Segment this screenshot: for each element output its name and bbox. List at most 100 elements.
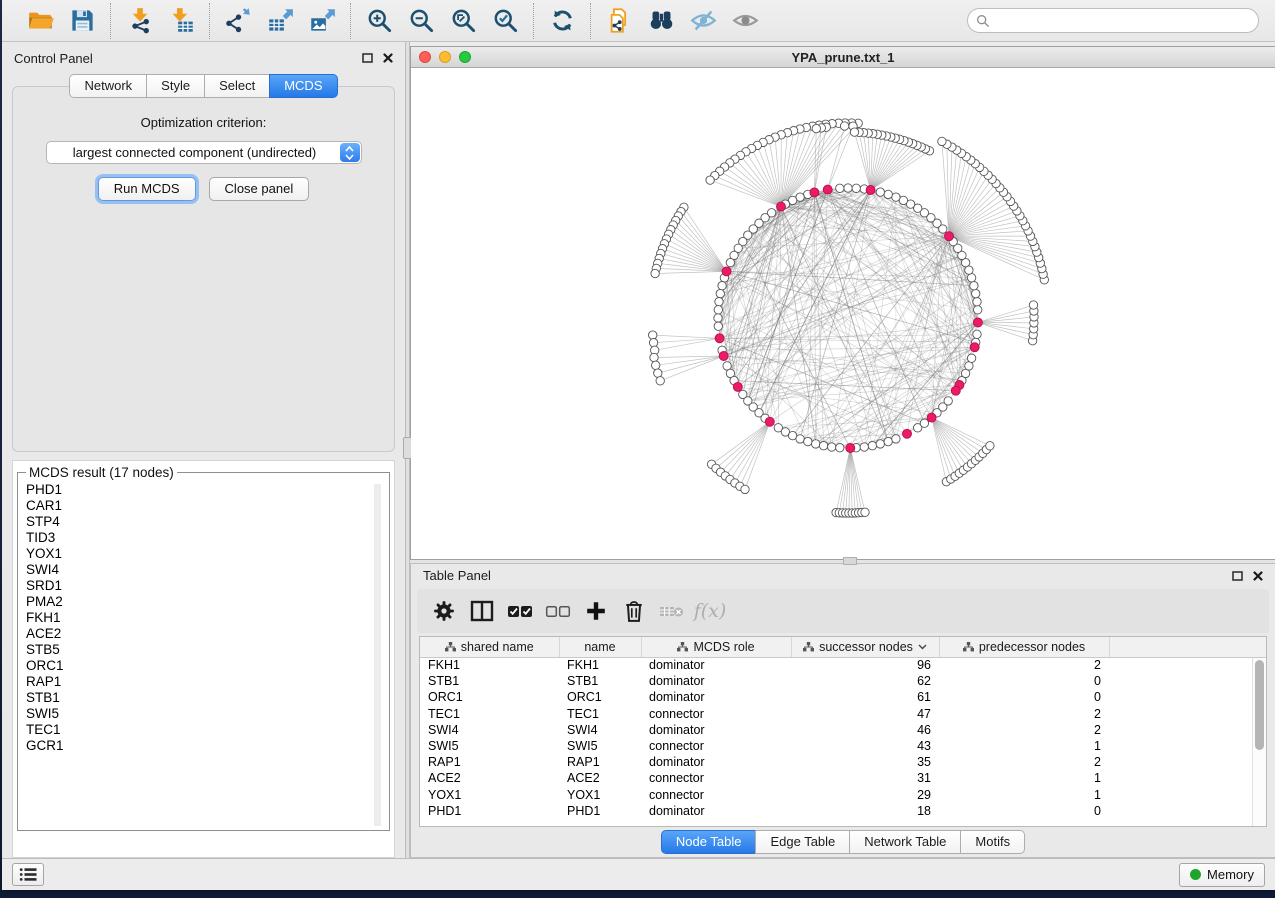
table-cell[interactable]: FKH1 bbox=[420, 657, 559, 673]
column-header-successor-nodes[interactable]: successor nodes bbox=[791, 637, 939, 657]
export-table-button[interactable] bbox=[262, 5, 298, 37]
zoom-out-button[interactable] bbox=[403, 5, 439, 37]
graph-leaf-node[interactable] bbox=[706, 176, 714, 184]
result-node-item[interactable]: SWI4 bbox=[26, 562, 389, 578]
graph-dominator-node[interactable] bbox=[951, 386, 960, 395]
result-node-item[interactable]: SWI5 bbox=[26, 706, 389, 722]
tab-style[interactable]: Style bbox=[146, 74, 204, 98]
graph-node[interactable] bbox=[844, 184, 852, 192]
graph-node[interactable] bbox=[884, 190, 892, 198]
tab-select[interactable]: Select bbox=[204, 74, 269, 98]
graph-leaf-node[interactable] bbox=[741, 485, 749, 493]
graph-node[interactable] bbox=[884, 437, 892, 445]
graph-node[interactable] bbox=[819, 442, 827, 450]
graph-node[interactable] bbox=[892, 193, 900, 201]
tab-network-table[interactable]: Network Table bbox=[849, 830, 960, 854]
graph-node[interactable] bbox=[970, 282, 978, 290]
table-cell[interactable]: STB1 bbox=[420, 673, 559, 689]
table-cell[interactable]: TEC1 bbox=[559, 706, 641, 722]
close-panel-icon[interactable] bbox=[383, 53, 393, 63]
result-node-item[interactable]: STB1 bbox=[26, 690, 389, 706]
horizontal-splitter-grip[interactable] bbox=[843, 557, 857, 565]
zoom-fit-content-button[interactable] bbox=[445, 5, 481, 37]
show-all-button[interactable] bbox=[727, 5, 763, 37]
table-cell[interactable]: 2 bbox=[939, 657, 1109, 673]
graph-node[interactable] bbox=[726, 258, 734, 266]
clone-network-button[interactable] bbox=[601, 5, 637, 37]
graph-node[interactable] bbox=[804, 437, 812, 445]
graph-leaf-node[interactable] bbox=[850, 128, 858, 136]
table-row[interactable]: SWI5SWI5connector431 bbox=[420, 738, 1266, 754]
result-node-item[interactable]: ORC1 bbox=[26, 658, 389, 674]
graph-dominator-node[interactable] bbox=[719, 352, 728, 361]
refresh-view-button[interactable] bbox=[544, 5, 580, 37]
search-input[interactable] bbox=[995, 13, 1250, 28]
graph-node[interactable] bbox=[796, 435, 804, 443]
graph-leaf-node[interactable] bbox=[840, 122, 848, 130]
table-cell[interactable]: 18 bbox=[791, 803, 939, 819]
table-row[interactable]: RAP1RAP1dominator352 bbox=[420, 754, 1266, 770]
graph-node[interactable] bbox=[974, 306, 982, 314]
table-cell[interactable]: connector bbox=[641, 738, 791, 754]
table-cell[interactable]: dominator bbox=[641, 722, 791, 738]
result-node-item[interactable]: TEC1 bbox=[26, 722, 389, 738]
table-cell[interactable]: YOX1 bbox=[559, 787, 641, 803]
result-node-item[interactable]: FKH1 bbox=[26, 610, 389, 626]
graph-node[interactable] bbox=[973, 330, 981, 338]
table-cell[interactable]: 1 bbox=[939, 770, 1109, 786]
deselect-all-rows-button[interactable] bbox=[539, 593, 577, 629]
table-cell[interactable]: connector bbox=[641, 770, 791, 786]
graph-dominator-node[interactable] bbox=[846, 444, 855, 453]
select-all-rows-button[interactable] bbox=[501, 593, 539, 629]
table-cell[interactable]: SWI5 bbox=[559, 738, 641, 754]
table-cell[interactable]: 1 bbox=[939, 787, 1109, 803]
table-cell[interactable]: SWI4 bbox=[559, 722, 641, 738]
search-field[interactable] bbox=[967, 8, 1259, 33]
graph-node[interactable] bbox=[965, 362, 973, 370]
network-graph[interactable] bbox=[411, 68, 1275, 559]
graph-node[interactable] bbox=[860, 443, 868, 451]
graph-leaf-node[interactable] bbox=[938, 137, 946, 145]
graph-node[interactable] bbox=[836, 444, 844, 452]
graph-dominator-node[interactable] bbox=[810, 188, 819, 197]
import-network-file-button[interactable] bbox=[121, 5, 157, 37]
horizontal-splitter[interactable] bbox=[410, 560, 1275, 563]
result-node-item[interactable]: TID3 bbox=[26, 530, 389, 546]
graph-leaf-node[interactable] bbox=[986, 442, 994, 450]
table-cell[interactable]: 2 bbox=[939, 754, 1109, 770]
graph-dominator-node[interactable] bbox=[777, 202, 786, 211]
export-image-button[interactable] bbox=[304, 5, 340, 37]
graph-node[interactable] bbox=[944, 397, 952, 405]
table-row[interactable]: ORC1ORC1dominator610 bbox=[420, 689, 1266, 705]
graph-leaf-node[interactable] bbox=[812, 124, 820, 132]
table-cell[interactable]: STB1 bbox=[559, 673, 641, 689]
graph-node[interactable] bbox=[876, 440, 884, 448]
graph-node[interactable] bbox=[852, 184, 860, 192]
table-cell[interactable]: 43 bbox=[791, 738, 939, 754]
table-cell[interactable]: 2 bbox=[939, 722, 1109, 738]
table-cell[interactable]: dominator bbox=[641, 754, 791, 770]
open-file-button[interactable] bbox=[22, 5, 58, 37]
graph-node[interactable] bbox=[920, 419, 928, 427]
network-view-canvas[interactable] bbox=[411, 68, 1275, 559]
table-cell[interactable]: 0 bbox=[939, 673, 1109, 689]
graph-leaf-node[interactable] bbox=[650, 353, 658, 361]
table-row[interactable]: PHD1PHD1dominator180 bbox=[420, 803, 1266, 819]
vertical-splitter[interactable] bbox=[405, 42, 410, 858]
table-cell[interactable]: 46 bbox=[791, 722, 939, 738]
table-cell[interactable]: dominator bbox=[641, 657, 791, 673]
graph-node[interactable] bbox=[836, 184, 844, 192]
table-cell[interactable]: ORC1 bbox=[559, 689, 641, 705]
table-cell[interactable]: RAP1 bbox=[559, 754, 641, 770]
hide-selected-button[interactable] bbox=[685, 5, 721, 37]
table-cell[interactable]: 61 bbox=[791, 689, 939, 705]
zoom-in-button[interactable] bbox=[361, 5, 397, 37]
graph-node[interactable] bbox=[876, 188, 884, 196]
column-header-name[interactable]: name bbox=[559, 637, 641, 657]
table-cell[interactable]: YOX1 bbox=[420, 787, 559, 803]
graph-node[interactable] bbox=[714, 322, 722, 330]
result-node-item[interactable]: GCR1 bbox=[26, 738, 389, 754]
result-node-item[interactable]: RAP1 bbox=[26, 674, 389, 690]
table-row[interactable]: YOX1YOX1connector291 bbox=[420, 787, 1266, 803]
result-node-item[interactable]: PHD1 bbox=[26, 482, 389, 498]
